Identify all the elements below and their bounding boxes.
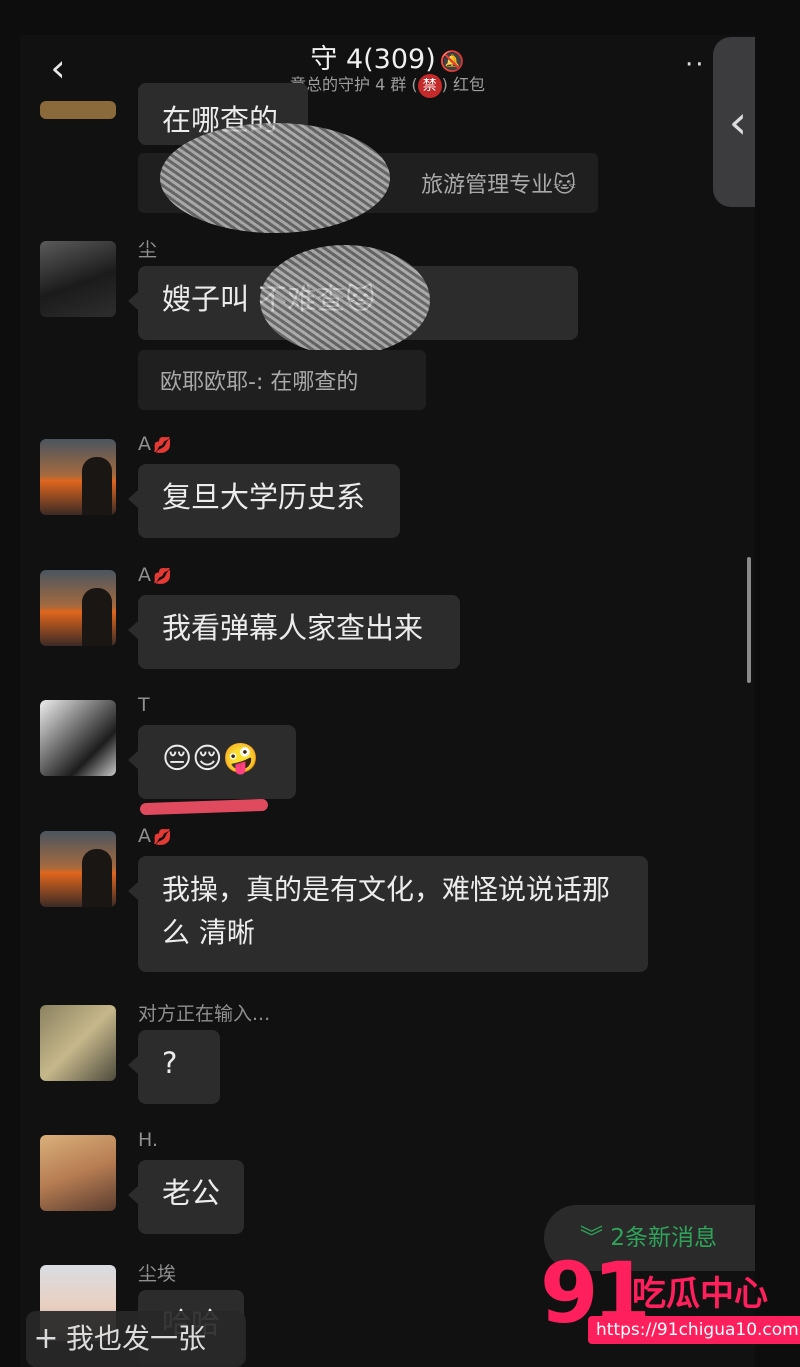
mute-bell-icon: 🔕 <box>439 49 465 73</box>
side-panel-handle[interactable]: ‹ <box>713 37 755 207</box>
redaction-scribble <box>160 123 390 233</box>
avatar[interactable] <box>40 241 116 317</box>
message-bubble[interactable]: 老公 <box>128 1160 244 1234</box>
message-bubble[interactable]: 我操，真的是有文化，难怪说说话那么 清晰 <box>128 856 648 972</box>
watermark-brand: 吃瓜中心 <box>632 1274 768 1314</box>
watermark-logo: 91 吃瓜中心 https://91chigua10.com <box>540 1244 800 1354</box>
lips-icon: 💋 <box>153 828 172 846</box>
subtitle-prefix: 童总的守护 4 群 ( <box>289 75 418 94</box>
redaction-scribble <box>260 245 430 355</box>
sender-name: 尘埃 <box>138 1263 177 1285</box>
lips-icon: 💋 <box>153 436 172 454</box>
avatar[interactable] <box>40 831 116 907</box>
avatar[interactable] <box>40 101 116 119</box>
sender-name: A 💋 <box>138 825 172 847</box>
scrollbar[interactable] <box>747 557 751 683</box>
chat-header: ‹ 守 4(309) 🔕 童总的守护 4 群 (禁) 红包 ·· ‹ <box>20 35 755 207</box>
sender-name: A 💋 <box>138 433 172 455</box>
sender-name: 尘 <box>138 239 158 261</box>
avatar[interactable] <box>40 570 116 646</box>
chat-screen: ‹ 守 4(309) 🔕 童总的守护 4 群 (禁) 红包 ·· ‹ 在哪查的 旅… <box>20 35 755 1367</box>
sender-name: T <box>138 694 150 716</box>
red-underline-mark <box>139 798 269 816</box>
message-bubble[interactable]: ? <box>128 1030 220 1104</box>
ban-badge: 禁 <box>417 73 442 98</box>
message-bubble[interactable]: 我看弹幕人家查出来 <box>128 595 460 669</box>
avatar[interactable] <box>40 1135 116 1211</box>
quoted-message[interactable]: 欧耶欧耶-: 在哪查的 <box>138 350 426 410</box>
avatar[interactable] <box>40 700 116 776</box>
subtitle-suffix: ) 红包 <box>441 75 486 94</box>
plus-icon: + <box>33 1321 59 1356</box>
post-image-label: 我也发一张 <box>66 1322 207 1355</box>
message-bubble[interactable]: 复旦大学历史系 <box>128 464 400 538</box>
lips-icon: 💋 <box>153 567 172 585</box>
chat-subtitle: 童总的守护 4 群 (禁) 红包 <box>20 71 755 98</box>
sender-name: 对方正在输入... <box>138 1003 271 1025</box>
message-bubble[interactable]: 😔😌🤪 <box>128 725 296 799</box>
sender-name: A 💋 <box>138 564 172 586</box>
avatar[interactable] <box>40 439 116 515</box>
sender-name: H. <box>138 1129 158 1151</box>
post-image-button[interactable]: + 我也发一张 <box>26 1311 246 1367</box>
watermark-url: https://91chigua10.com <box>588 1316 800 1344</box>
avatar[interactable] <box>40 1005 116 1081</box>
